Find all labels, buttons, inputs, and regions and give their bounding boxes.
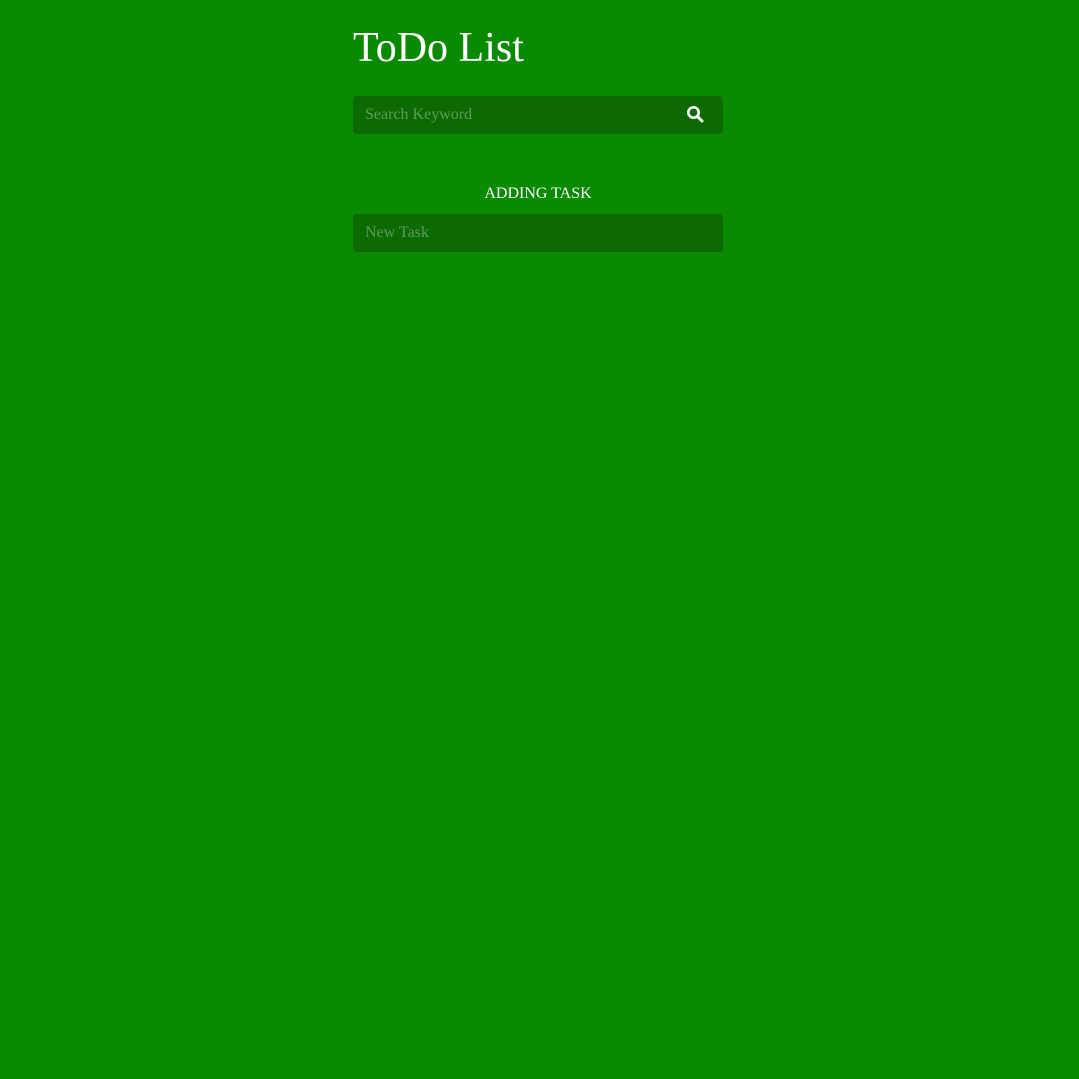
search-icon (686, 105, 704, 126)
search-button[interactable] (681, 96, 709, 134)
new-task-field (353, 214, 723, 252)
page-title: ToDo List (353, 25, 524, 71)
new-task-input[interactable] (353, 214, 723, 252)
search-bar (353, 96, 723, 134)
search-input[interactable] (353, 96, 673, 134)
adding-task-heading: ADDING TASK (484, 185, 592, 202)
